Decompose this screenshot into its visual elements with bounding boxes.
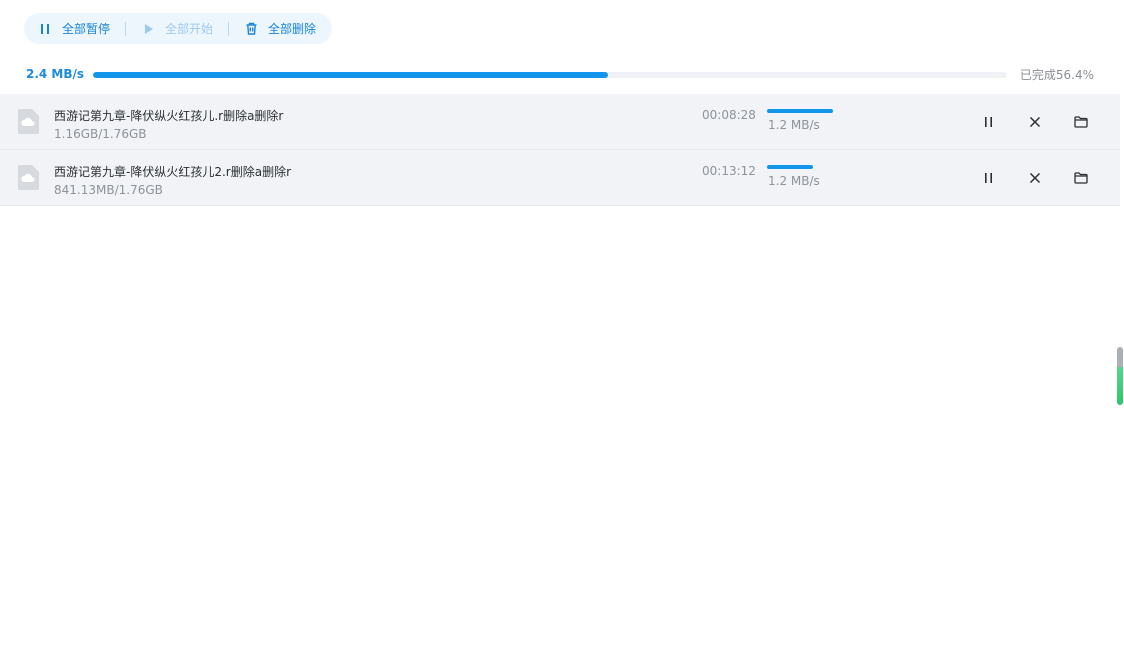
file-icon <box>18 109 39 134</box>
time-remaining: 00:08:28 <box>702 108 756 122</box>
download-row: 西游记第九章-降伏纵火红孩儿.r删除a删除r 1.16GB/1.76GB 00:… <box>0 94 1120 150</box>
file-icon <box>18 165 39 190</box>
pause-icon <box>985 173 992 183</box>
cancel-button[interactable] <box>1026 169 1044 187</box>
total-status: 已完成56.4% <box>1019 68 1094 82</box>
close-icon <box>1029 172 1041 184</box>
folder-icon <box>1074 172 1088 184</box>
pause-icon <box>985 117 992 127</box>
file-progress-bar <box>767 165 867 169</box>
scrollbar[interactable] <box>1116 347 1124 405</box>
file-size: 1.16GB/1.76GB <box>54 127 147 141</box>
file-progress-fill <box>767 109 833 113</box>
pause-button[interactable] <box>980 113 998 131</box>
cancel-button[interactable] <box>1026 113 1044 131</box>
folder-icon <box>1074 116 1088 128</box>
file-speed: 1.2 MB/s <box>768 118 820 132</box>
delete-all-label: 全部删除 <box>268 22 317 36</box>
play-icon <box>141 22 155 36</box>
file-name: 西游记第九章-降伏纵火红孩儿2.r删除a删除r <box>54 165 292 179</box>
pause-icon <box>38 22 52 36</box>
trash-icon <box>244 22 258 36</box>
toolbar-divider <box>228 21 230 36</box>
total-progress-fill <box>93 72 609 78</box>
start-all-label: 全部开始 <box>165 22 214 36</box>
pause-button[interactable] <box>980 169 998 187</box>
batch-toolbar: 全部暂停 全部开始 全部删除 <box>24 13 332 44</box>
file-progress-fill <box>767 165 813 169</box>
file-progress-bar <box>767 109 867 113</box>
open-folder-button[interactable] <box>1072 169 1090 187</box>
file-size: 841.13MB/1.76GB <box>54 183 163 197</box>
total-speed: 2.4 MB/s <box>26 67 85 81</box>
open-folder-button[interactable] <box>1072 113 1090 131</box>
download-list: 西游记第九章-降伏纵火红孩儿.r删除a删除r 1.16GB/1.76GB 00:… <box>0 94 1120 206</box>
download-row: 西游记第九章-降伏纵火红孩儿2.r删除a删除r 841.13MB/1.76GB … <box>0 150 1120 206</box>
pause-all-button[interactable]: 全部暂停 <box>38 20 110 37</box>
scrollbar-track-top <box>1117 347 1123 367</box>
total-progress-bar <box>93 72 1007 78</box>
file-speed: 1.2 MB/s <box>768 174 820 188</box>
file-name: 西游记第九章-降伏纵火红孩儿.r删除a删除r <box>54 109 284 123</box>
scrollbar-thumb[interactable] <box>1117 367 1123 405</box>
close-icon <box>1029 116 1041 128</box>
start-all-button[interactable]: 全部开始 <box>141 20 213 37</box>
time-remaining: 00:13:12 <box>702 164 756 178</box>
delete-all-button[interactable]: 全部删除 <box>244 20 316 37</box>
pause-all-label: 全部暂停 <box>62 22 111 36</box>
toolbar-divider <box>125 21 127 36</box>
